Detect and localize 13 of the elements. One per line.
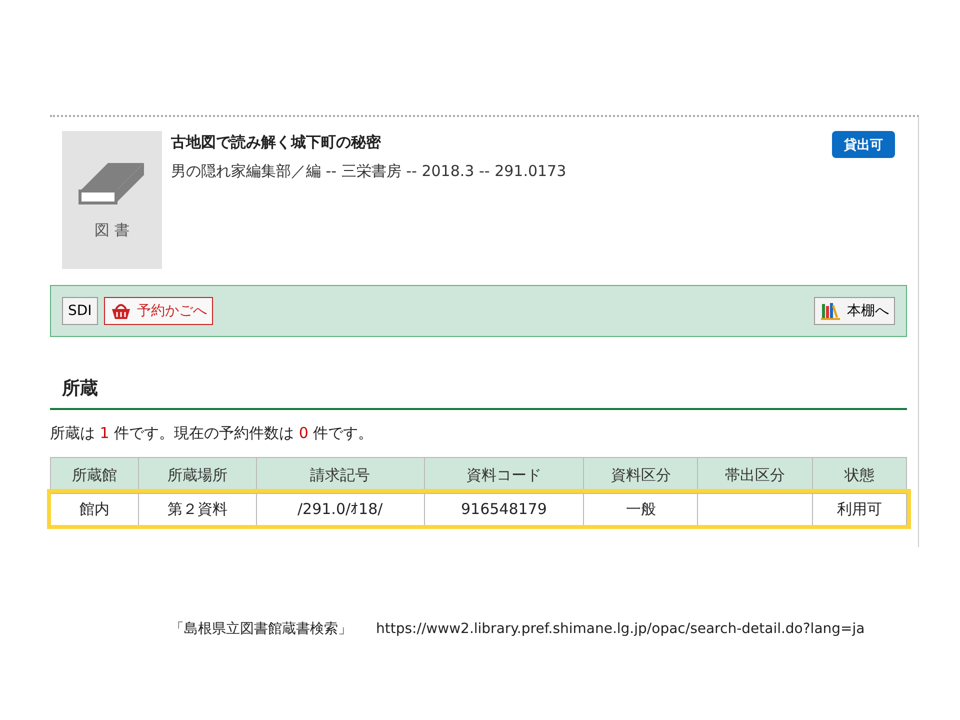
section-heading: 所蔵 [50, 375, 907, 410]
book-title[interactable]: 古地図で読み解く城下町の秘密 [171, 131, 566, 154]
book-details: 男の隠れ家編集部／編 -- 三栄書房 -- 2018.3 -- 291.0173 [171, 160, 566, 182]
bookshelf-icon [820, 301, 841, 321]
source-url: https://www2.library.pref.shimane.lg.jp/opac/search-detail.do?lang=ja [376, 620, 865, 639]
bookshelf-button[interactable]: 本棚へ [814, 297, 895, 325]
basket-button[interactable]: 予約かごへ [104, 297, 213, 325]
source-caption: 「島根県立図書館蔵書検索」 [170, 620, 352, 639]
basket-icon [110, 301, 131, 321]
sdi-button[interactable]: SDI [62, 297, 98, 325]
holdings-summary: 所蔵は 1 件です。現在の予約件数は 0 件です。 [50, 423, 374, 444]
availability-badge: 貸出可 [832, 131, 895, 158]
type-label: 図 書 [94, 220, 130, 241]
